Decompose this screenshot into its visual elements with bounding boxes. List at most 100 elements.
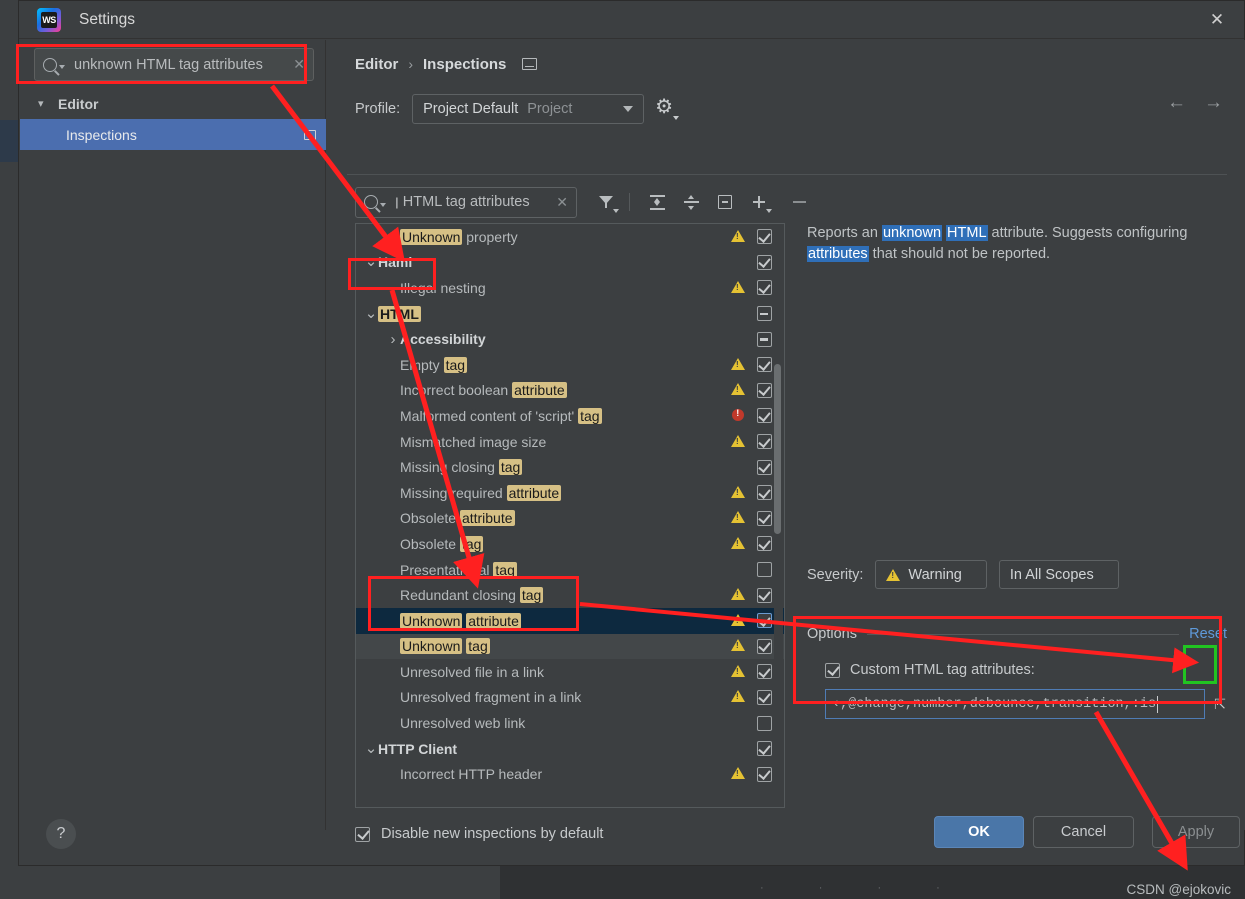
settings-dialog: WS Settings ✕ unknown HTML tag attribute… — [18, 0, 1245, 866]
custom-attributes-checkbox-row[interactable]: Custom HTML tag attributes: — [825, 662, 1225, 678]
tree-row[interactable]: Incorrect boolean attribute — [356, 378, 784, 404]
tree-row-checkbox[interactable] — [756, 536, 772, 552]
tree-row[interactable]: Mismatched image size — [356, 429, 784, 455]
warning-icon — [726, 357, 750, 373]
chevron-right-icon[interactable]: › — [386, 331, 400, 348]
profile-dropdown[interactable]: Project Default Project — [412, 94, 645, 124]
severity-dropdown[interactable]: Warning — [875, 560, 987, 589]
tree-row-checkbox[interactable] — [756, 741, 772, 757]
warning-icon — [726, 766, 750, 782]
text-caret — [1157, 695, 1159, 713]
filter-icon[interactable] — [591, 187, 621, 217]
cancel-button[interactable]: Cancel — [1033, 816, 1134, 848]
clear-icon[interactable]: ✕ — [552, 194, 568, 211]
tree-row-checkbox[interactable] — [756, 459, 772, 475]
reset-link[interactable]: Reset — [1189, 626, 1227, 642]
tree-row[interactable]: Unresolved file in a link — [356, 659, 784, 685]
tree-row[interactable]: ⌄ Haml — [356, 250, 784, 276]
search-input[interactable]: unknown HTML tag attributes ✕ — [34, 48, 314, 81]
inspections-panel: Editor › Inspections ← → Profile: Projec… — [327, 40, 1245, 842]
tree-row[interactable]: Unresolved fragment in a link — [356, 685, 784, 711]
tree-row[interactable]: Empty tag — [356, 352, 784, 378]
forward-icon[interactable]: → — [1204, 92, 1223, 114]
scope-dropdown[interactable]: In All Scopes — [998, 560, 1119, 589]
help-button[interactable]: ? — [46, 819, 76, 849]
tree-row-checkbox[interactable] — [756, 613, 772, 629]
box-minus-icon[interactable] — [710, 187, 740, 217]
tree-row-checkbox[interactable] — [756, 408, 772, 424]
tree-row[interactable]: Illegal nesting — [356, 275, 784, 301]
tree-row-checkbox[interactable] — [756, 510, 772, 526]
expand-all-icon[interactable] — [642, 187, 672, 217]
custom-attributes-checkbox[interactable] — [825, 662, 840, 678]
breadcrumb-parent[interactable]: Editor — [355, 56, 398, 73]
inspection-tree[interactable]: Unknown property⌄HamlIllegal nesting⌄HTM… — [355, 223, 785, 808]
tree-row[interactable]: Redundant closing tag — [356, 582, 784, 608]
chevron-down-icon[interactable]: ⌄ — [364, 254, 378, 269]
collapse-all-icon[interactable] — [676, 187, 706, 217]
tree-row-checkbox[interactable] — [756, 715, 772, 731]
webstorm-icon: WS — [37, 7, 61, 32]
tree-row[interactable]: › Accessibility — [356, 326, 784, 352]
tree-row[interactable]: Missing required attribute — [356, 480, 784, 506]
tree-row-label: Unresolved fragment in a link — [400, 689, 582, 706]
tree-row-checkbox[interactable] — [756, 331, 772, 347]
divider — [347, 174, 1227, 175]
gear-icon[interactable] — [655, 94, 680, 120]
sidebar-item-inspections[interactable]: Inspections — [20, 119, 326, 150]
close-icon[interactable]: ✕ — [1206, 9, 1228, 31]
tree-row-checkbox[interactable] — [756, 434, 772, 450]
tree-row-checkbox[interactable] — [756, 382, 772, 398]
tree-row-checkbox[interactable] — [756, 562, 772, 578]
ok-button[interactable]: OK — [934, 816, 1024, 848]
tree-row[interactable]: Unknown attribute — [356, 607, 784, 634]
tree-row[interactable]: Obsolete attribute — [356, 506, 784, 532]
tree-row[interactable]: Incorrect HTTP header — [356, 761, 784, 787]
tree-row[interactable]: Obsolete tag — [356, 531, 784, 557]
options-body: Custom HTML tag attributes: ‹,@change,nu… — [825, 662, 1226, 719]
tree-row-checkbox[interactable] — [756, 485, 772, 501]
tree-row-label: Unresolved file in a link — [400, 663, 544, 680]
tree-row-label: Obsolete attribute — [400, 510, 515, 527]
tree-row[interactable]: ⌄ HTML — [356, 301, 784, 327]
chevron-down-icon[interactable]: ⌄ — [364, 306, 378, 321]
tree-row-checkbox[interactable] — [756, 306, 772, 322]
sidebar-item-editor[interactable]: ▾ Editor — [20, 88, 326, 119]
tree-row[interactable]: Unknown tag — [356, 633, 784, 660]
clear-icon[interactable]: ✕ — [289, 56, 305, 73]
panel-icon[interactable] — [522, 58, 538, 70]
tree-scrollbar-track[interactable] — [774, 225, 783, 807]
add-icon[interactable] — [744, 187, 774, 217]
tree-row-checkbox[interactable] — [756, 689, 772, 705]
custom-attributes-input[interactable]: ‹,@change,number,debounce,transition,:is — [825, 689, 1205, 719]
tree-row[interactable]: Missing closing tag — [356, 454, 784, 480]
tree-row[interactable]: Malformed content of 'script' tag — [356, 403, 784, 429]
dialog-titlebar: WS Settings ✕ — [19, 1, 1244, 39]
tree-row-checkbox[interactable] — [756, 254, 772, 270]
tree-row[interactable]: ⌄ HTTP Client — [356, 736, 784, 762]
warning-icon — [726, 280, 750, 296]
tree-row-checkbox[interactable] — [756, 766, 772, 782]
severity-row: Severity: Warning In All Scopes — [807, 560, 1119, 589]
tree-row-checkbox[interactable] — [756, 587, 772, 603]
ide-bottom-ticks: · · · · — [760, 882, 966, 894]
tree-row-checkbox[interactable] — [756, 357, 772, 373]
tree-row[interactable]: Unresolved web link — [356, 710, 784, 736]
tree-row-checkbox[interactable] — [756, 664, 772, 680]
warning-icon — [726, 689, 750, 705]
sidebar-search-wrapper: unknown HTML tag attributes ✕ — [34, 48, 314, 81]
ide-left-selection — [0, 120, 18, 162]
sidebar-item-label: Editor — [58, 95, 99, 112]
tree-row-checkbox[interactable] — [756, 280, 772, 296]
tree-scrollbar-thumb[interactable] — [774, 364, 781, 534]
expand-input-icon[interactable]: ⇱ — [1207, 689, 1233, 719]
tree-row-checkbox[interactable] — [756, 638, 772, 654]
chevron-down-icon[interactable]: ⌄ — [364, 741, 378, 756]
inspection-search-input[interactable]: ן HTML tag attributes ✕ — [355, 186, 577, 218]
tree-row-label: HTML — [378, 305, 421, 322]
apply-button[interactable]: Apply — [1152, 816, 1240, 848]
back-icon[interactable]: ← — [1167, 92, 1186, 114]
tree-row-checkbox[interactable] — [756, 229, 772, 245]
tree-row[interactable]: Presentational tag — [356, 557, 784, 583]
tree-row[interactable]: Unknown property — [356, 224, 784, 250]
